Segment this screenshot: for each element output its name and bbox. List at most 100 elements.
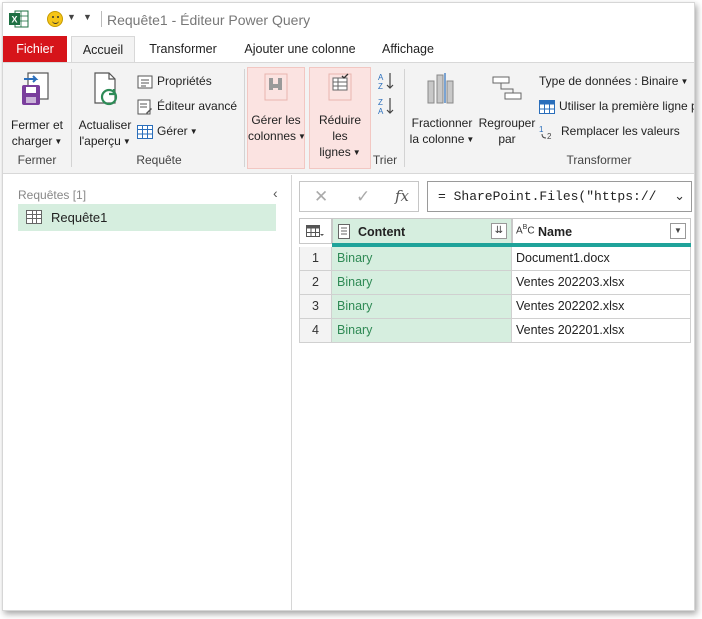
row-number: 4: [299, 319, 332, 343]
advanced-editor-label: Éditeur avancé: [157, 99, 238, 113]
name-cell: Ventes 202202.xlsx: [512, 295, 691, 319]
svg-text:Z: Z: [378, 82, 383, 91]
binary-link[interactable]: Binary: [332, 247, 512, 271]
group-by-icon: [492, 76, 522, 100]
column-header-name-label: Name: [538, 225, 573, 239]
table-icon: [26, 210, 42, 224]
excel-logo-icon: X: [9, 10, 29, 28]
manage-columns-button[interactable]: Gérer les colonnes ▼: [247, 67, 306, 169]
refresh-preview-button[interactable]: Actualiser l'aperçu ▼: [77, 67, 133, 149]
name-cell: Ventes 202203.xlsx: [512, 271, 691, 295]
reduce-rows-button[interactable]: Réduire les lignes ▼: [309, 67, 371, 169]
tab-affichage[interactable]: Affichage: [373, 36, 443, 63]
refresh-preview-icon: [94, 72, 118, 106]
group-label-trier: Trier: [372, 153, 398, 167]
split-column-label-1: Fractionner: [411, 116, 473, 130]
manage-label: Gérer: [157, 124, 188, 138]
data-type-dropdown-icon[interactable]: ▼: [680, 77, 688, 86]
formula-bar-buttons: ✕ ✓ fx: [299, 181, 419, 212]
svg-text:A: A: [378, 73, 384, 82]
replace-values-button[interactable]: 1 2 Remplacer les valeurs: [539, 121, 680, 141]
close-load-dropdown-icon[interactable]: ▼: [54, 137, 62, 146]
refresh-dropdown-icon[interactable]: ▼: [123, 137, 131, 146]
name-cell: Document1.docx: [512, 247, 691, 271]
replace-values-icon: 12: [539, 125, 552, 140]
power-query-window: X ▼ ▼ Requête1 - Éditeur Power Query Fic…: [2, 2, 695, 611]
group-label-requete: Requête: [136, 153, 182, 167]
group-by-label-1: Regrouper: [478, 116, 536, 130]
expand-binary-icon[interactable]: ⇊: [491, 223, 507, 239]
query-item-label: Requête1: [51, 210, 108, 225]
split-column-button[interactable]: Fractionner la colonne ▼: [409, 67, 475, 149]
manage-columns-label-1: Gérer les: [251, 113, 301, 127]
svg-text:Z: Z: [378, 98, 383, 107]
group-separator: [244, 69, 245, 167]
tab-ajouter-colonne[interactable]: Ajouter une colonne: [237, 36, 363, 63]
use-first-row-icon: [539, 99, 555, 114]
expand-formula-icon[interactable]: ⌄: [674, 182, 685, 211]
manage-columns-icon: [264, 73, 288, 101]
use-first-row-label: Utiliser la première ligne p: [559, 99, 695, 113]
group-separator: [404, 69, 405, 167]
binary-icon: [338, 224, 350, 239]
manage-columns-dropdown-icon[interactable]: ▼: [298, 132, 306, 141]
manage-dropdown-icon[interactable]: ▼: [190, 127, 198, 136]
collapse-pane-icon[interactable]: ‹: [273, 185, 278, 201]
formula-input[interactable]: = SharePoint.Files("https:// ⌄: [427, 181, 692, 212]
filter-dropdown-icon[interactable]: ▼: [670, 223, 686, 239]
row-number: 1: [299, 247, 332, 271]
tab-fichier[interactable]: Fichier: [3, 36, 67, 63]
manage-table-icon: [137, 124, 153, 139]
data-type-label: Type de données : Binaire: [539, 74, 679, 88]
sort-descending-icon[interactable]: Z A: [377, 96, 395, 116]
row-number: 2: [299, 271, 332, 295]
replace-values-label: Remplacer les valeurs: [561, 124, 680, 138]
commit-formula-icon[interactable]: ✓: [356, 187, 370, 207]
close-and-load-button[interactable]: Fermer et charger ▼: [9, 67, 65, 149]
reduce-rows-dropdown-icon[interactable]: ▼: [353, 148, 361, 157]
insert-function-icon[interactable]: fx: [395, 187, 409, 205]
tab-accueil[interactable]: Accueil: [71, 36, 135, 63]
table-row: 2 Binary Ventes 202203.xlsx: [299, 271, 691, 295]
column-header-content[interactable]: Content ⇊: [332, 218, 512, 244]
close-load-label-1: Fermer et: [10, 118, 63, 132]
cancel-formula-icon[interactable]: ✕: [314, 187, 328, 207]
feedback-smiley-icon[interactable]: [47, 11, 63, 27]
group-label-transformer: Transformer: [566, 153, 632, 167]
quick-access-customize-icon[interactable]: ▼: [83, 12, 92, 22]
close-load-label-2: charger: [11, 134, 53, 148]
table-menu-icon: [306, 225, 324, 237]
svg-text:2: 2: [547, 132, 552, 140]
advanced-editor-button[interactable]: Éditeur avancé: [137, 96, 237, 116]
binary-link[interactable]: Binary: [332, 271, 512, 295]
sort-ascending-icon[interactable]: A Z: [377, 71, 395, 91]
query-item[interactable]: Requête1: [18, 204, 276, 231]
reduce-rows-label-2: lignes: [319, 145, 351, 159]
data-type-selector[interactable]: Type de données : Binaire ▼: [539, 71, 688, 91]
manage-columns-label-2: colonnes: [248, 129, 297, 143]
title-bar: X ▼ ▼ Requête1 - Éditeur Power Query: [3, 3, 694, 35]
properties-button[interactable]: Propriétés: [137, 71, 212, 91]
queries-pane-title: Requêtes [1]: [18, 188, 87, 202]
group-by-button[interactable]: Regrouper par: [477, 67, 537, 149]
binary-link[interactable]: Binary: [332, 319, 512, 343]
ribbon-tabs: Fichier Accueil Transformer Ajouter une …: [3, 36, 694, 63]
reduce-rows-label-1: Réduire les: [318, 113, 362, 143]
formula-text: = SharePoint.Files("https://: [438, 189, 657, 204]
use-first-row-button[interactable]: Utiliser la première ligne p: [539, 96, 695, 116]
refresh-label-2: l'aperçu: [79, 134, 121, 148]
tab-transformer[interactable]: Transformer: [143, 36, 223, 63]
column-header-name[interactable]: ABC Name ▼: [512, 218, 691, 244]
table-menu-corner[interactable]: [299, 218, 332, 244]
group-separator: [71, 69, 72, 167]
table-row: 3 Binary Ventes 202202.xlsx: [299, 295, 691, 319]
manage-button[interactable]: Gérer ▼: [137, 121, 198, 141]
binary-link[interactable]: Binary: [332, 295, 512, 319]
abc-text-icon: ABC: [516, 224, 535, 237]
properties-icon: [137, 75, 153, 89]
split-column-dropdown-icon[interactable]: ▼: [466, 135, 474, 144]
window-title: Requête1 - Éditeur Power Query: [107, 12, 311, 28]
column-header-content-label: Content: [358, 225, 406, 239]
smiley-dropdown-icon[interactable]: ▼: [67, 12, 76, 22]
table-row: 4 Binary Ventes 202201.xlsx: [299, 319, 691, 343]
